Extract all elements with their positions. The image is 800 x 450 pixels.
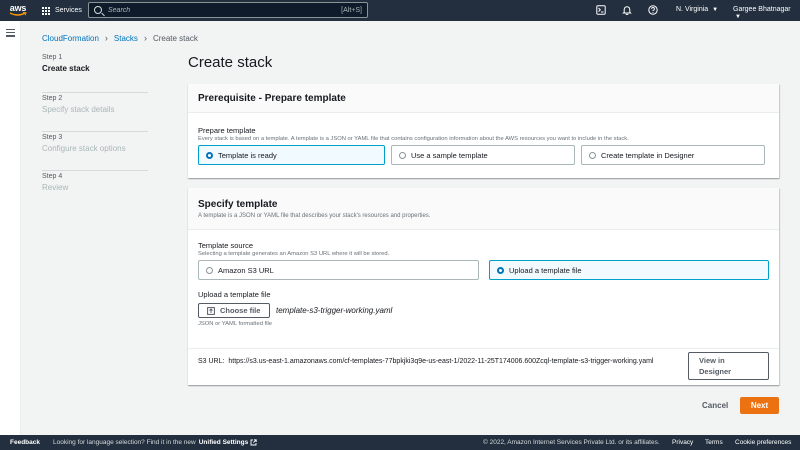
region-label: N. Virginia [676, 6, 709, 13]
services-grid-icon[interactable] [42, 6, 50, 15]
prepare-template-description: Every stack is based on a template. A te… [198, 136, 629, 142]
feedback-link[interactable]: Feedback [10, 439, 40, 446]
page-title: Create stack [188, 54, 273, 71]
aws-logo[interactable]: aws [6, 4, 30, 17]
wizard-step-3: Step 3 Configure stack options [42, 132, 148, 171]
search-bar[interactable]: [Alt+S] [88, 2, 368, 18]
notifications-bell-icon[interactable] [622, 5, 632, 15]
specify-template-panel: Specify template A template is a JSON or… [188, 188, 779, 385]
region-selector[interactable]: N. Virginia ▼ [676, 6, 718, 13]
specify-template-title: Specify template [198, 199, 278, 210]
option-label: Use a sample template [411, 150, 488, 160]
wizard-step-2: Step 2 Specify stack details [42, 93, 148, 132]
file-format-hint: JSON or YAML formatted file [198, 321, 272, 327]
radio-selected-icon [206, 151, 213, 159]
radio-icon [399, 151, 406, 159]
specify-template-header: Specify template A template is a JSON or… [188, 188, 779, 230]
radio-selected-icon [497, 266, 504, 274]
s3-url-value: https://s3.us-east-1.amazonaws.com/cf-te… [228, 358, 654, 365]
s3-url-label: S3 URL: [198, 358, 225, 365]
upload-file-label: Upload a template file [198, 290, 271, 299]
user-menu[interactable]: Gargee Bhatnagar ▼ [733, 6, 800, 20]
privacy-link[interactable]: Privacy [672, 439, 693, 446]
template-source-label: Template source [198, 241, 254, 250]
option-create-in-designer[interactable]: Create template in Designer [581, 145, 765, 165]
wizard-steps: Step 1 Create stack Step 2 Specify stack… [42, 54, 148, 210]
radio-icon [589, 151, 596, 159]
divider [188, 348, 779, 349]
source-amazon-s3-url[interactable]: Amazon S3 URL [198, 260, 479, 280]
top-navigation: aws Services [Alt+S] N. Virginia ▼ Garge… [0, 0, 800, 21]
next-label: Next [750, 401, 769, 410]
template-source-description: Selecting a template generates an Amazon… [198, 251, 390, 257]
step-label: Review [42, 183, 69, 192]
unified-settings-link[interactable]: Unified Settings [199, 439, 248, 446]
step-number: Step 4 [42, 173, 63, 180]
external-link-icon [250, 439, 257, 446]
step-number: Step 2 [42, 95, 63, 102]
services-menu[interactable]: Services [55, 7, 82, 14]
step-label: Configure stack options [42, 144, 126, 153]
choose-file-label: Choose file [220, 306, 261, 315]
radio-icon [206, 266, 213, 274]
breadcrumb-current: Create stack [152, 33, 198, 43]
source-upload-template-file[interactable]: Upload a template file [489, 260, 769, 280]
wizard-step-1[interactable]: Step 1 Create stack [42, 54, 148, 93]
view-in-designer-button[interactable]: View in Designer [688, 352, 769, 380]
step-number: Step 3 [42, 134, 63, 141]
selected-file-name: template-s3-trigger-working.yaml [276, 306, 393, 315]
prerequisite-panel: Prerequisite - Prepare template Prepare … [188, 84, 779, 178]
cloudshell-icon[interactable] [596, 5, 606, 15]
help-icon[interactable] [648, 5, 658, 15]
terms-link[interactable]: Terms [705, 439, 723, 446]
specify-template-description: A template is a JSON or YAML file that d… [198, 213, 431, 219]
cookie-preferences-link[interactable]: Cookie preferences [735, 439, 791, 446]
upload-icon [207, 306, 215, 315]
user-name: Gargee Bhatnagar [733, 6, 791, 13]
breadcrumb-stacks[interactable]: Stacks [114, 34, 138, 43]
choose-file-button[interactable]: Choose file [198, 303, 270, 318]
prepare-template-label: Prepare template [198, 126, 256, 135]
copyright-text: © 2022, Amazon Internet Services Private… [483, 439, 660, 446]
chevron-right-icon: › [143, 33, 147, 43]
option-label: Amazon S3 URL [218, 265, 274, 275]
caret-down-icon: ▼ [712, 7, 719, 13]
aws-smile-icon [9, 12, 27, 16]
option-template-ready[interactable]: Template is ready [198, 145, 385, 165]
prerequisite-panel-title: Prerequisite - Prepare template [188, 84, 779, 113]
option-label: Template is ready [218, 150, 277, 160]
breadcrumb: CloudFormation › Stacks › Create stack [42, 33, 198, 43]
option-sample-template[interactable]: Use a sample template [391, 145, 575, 165]
side-navigation-toggle-strip [0, 21, 21, 435]
footer-bar: Feedback Looking for language selection?… [0, 435, 800, 450]
step-label: Specify stack details [42, 105, 115, 114]
step-label: Create stack [42, 64, 90, 73]
chevron-right-icon: › [104, 33, 108, 43]
next-button[interactable]: Next [740, 397, 779, 414]
search-input[interactable] [108, 6, 342, 14]
view-in-designer-label: View in Designer [699, 356, 732, 376]
search-shortcut: [Alt+S] [341, 6, 362, 14]
option-label: Create template in Designer [601, 150, 695, 160]
cancel-button[interactable]: Cancel [702, 401, 728, 410]
option-label: Upload a template file [509, 265, 582, 275]
caret-down-icon: ▼ [735, 14, 741, 20]
wizard-step-4: Step 4 Review [42, 171, 148, 210]
language-selection-text: Looking for language selection? Find it … [53, 439, 196, 446]
s3-url-display: S3 URL: https://s3.us-east-1.amazonaws.c… [198, 356, 683, 367]
step-number: Step 1 [42, 54, 63, 61]
search-icon [94, 6, 102, 14]
breadcrumb-cloudformation[interactable]: CloudFormation [42, 34, 99, 43]
hamburger-menu-icon[interactable] [6, 29, 15, 39]
